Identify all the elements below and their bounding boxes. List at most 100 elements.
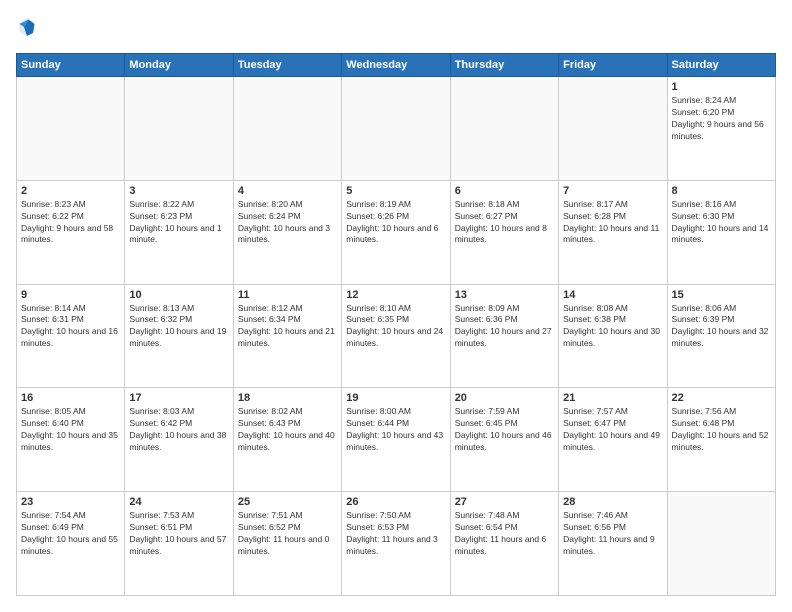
day-info: Sunrise: 8:14 AM Sunset: 6:31 PM Dayligh… — [21, 303, 120, 351]
weekday-header-sunday: Sunday — [17, 54, 125, 77]
week-row-4: 16 Sunrise: 8:05 AM Sunset: 6:40 PM Dayli… — [17, 388, 776, 492]
day-number: 28 — [563, 496, 662, 508]
day-cell: 21 Sunrise: 7:57 AM Sunset: 6:47 PM Dayli… — [559, 388, 667, 492]
day-number: 19 — [346, 392, 445, 404]
week-row-3: 9 Sunrise: 8:14 AM Sunset: 6:31 PM Daylig… — [17, 284, 776, 388]
day-number: 25 — [238, 496, 337, 508]
day-number: 2 — [21, 185, 120, 197]
day-info: Sunrise: 8:03 AM Sunset: 6:42 PM Dayligh… — [129, 406, 228, 454]
day-number: 27 — [455, 496, 554, 508]
day-info: Sunrise: 8:18 AM Sunset: 6:27 PM Dayligh… — [455, 199, 554, 247]
week-row-1: 1 Sunrise: 8:24 AM Sunset: 6:20 PM Daylig… — [17, 77, 776, 181]
day-info: Sunrise: 7:48 AM Sunset: 6:54 PM Dayligh… — [455, 510, 554, 558]
day-info: Sunrise: 8:16 AM Sunset: 6:30 PM Dayligh… — [672, 199, 771, 247]
day-number: 24 — [129, 496, 228, 508]
day-info: Sunrise: 7:51 AM Sunset: 6:52 PM Dayligh… — [238, 510, 337, 558]
day-info: Sunrise: 8:12 AM Sunset: 6:34 PM Dayligh… — [238, 303, 337, 351]
weekday-header-monday: Monday — [125, 54, 233, 77]
day-info: Sunrise: 8:19 AM Sunset: 6:26 PM Dayligh… — [346, 199, 445, 247]
day-info: Sunrise: 8:23 AM Sunset: 6:22 PM Dayligh… — [21, 199, 120, 247]
day-number: 15 — [672, 289, 771, 301]
day-number: 13 — [455, 289, 554, 301]
day-cell: 10Sunrise: 8:13 AM Sunset: 6:32 PM Dayli… — [125, 284, 233, 388]
day-info: Sunrise: 8:20 AM Sunset: 6:24 PM Dayligh… — [238, 199, 337, 247]
day-number: 17 — [129, 392, 228, 404]
day-number: 16 — [21, 392, 120, 404]
day-cell — [667, 492, 775, 596]
day-number: 9 — [21, 289, 120, 301]
weekday-header-friday: Friday — [559, 54, 667, 77]
logo-icon — [18, 16, 36, 38]
day-number: 22 — [672, 392, 771, 404]
day-number: 20 — [455, 392, 554, 404]
day-number: 26 — [346, 496, 445, 508]
weekday-header-thursday: Thursday — [450, 54, 558, 77]
day-cell: 25 Sunrise: 7:51 AM Sunset: 6:52 PM Dayli… — [233, 492, 341, 596]
day-info: Sunrise: 8:06 AM Sunset: 6:39 PM Dayligh… — [672, 303, 771, 351]
page: SundayMondayTuesdayWednesdayThursdayFrid… — [0, 0, 792, 612]
day-info: Sunrise: 7:54 AM Sunset: 6:49 PM Dayligh… — [21, 510, 120, 558]
day-info: Sunrise: 8:05 AM Sunset: 6:40 PM Dayligh… — [21, 406, 120, 454]
day-cell: 15 Sunrise: 8:06 AM Sunset: 6:39 PM Dayli… — [667, 284, 775, 388]
day-cell: 7 Sunrise: 8:17 AM Sunset: 6:28 PM Daylig… — [559, 180, 667, 284]
day-cell: 11 Sunrise: 8:12 AM Sunset: 6:34 PM Dayli… — [233, 284, 341, 388]
day-cell: 5 Sunrise: 8:19 AM Sunset: 6:26 PM Daylig… — [342, 180, 450, 284]
day-cell: 20Sunrise: 7:59 AM Sunset: 6:45 PM Dayli… — [450, 388, 558, 492]
day-cell — [125, 77, 233, 181]
day-info: Sunrise: 8:22 AM Sunset: 6:23 PM Dayligh… — [129, 199, 228, 247]
logo — [16, 16, 38, 43]
day-info: Sunrise: 8:24 AM Sunset: 6:20 PM Dayligh… — [672, 95, 771, 143]
day-info: Sunrise: 8:17 AM Sunset: 6:28 PM Dayligh… — [563, 199, 662, 247]
day-cell: 9 Sunrise: 8:14 AM Sunset: 6:31 PM Daylig… — [17, 284, 125, 388]
day-cell: 8 Sunrise: 8:16 AM Sunset: 6:30 PM Daylig… — [667, 180, 775, 284]
day-cell: 2 Sunrise: 8:23 AM Sunset: 6:22 PM Daylig… — [17, 180, 125, 284]
day-number: 11 — [238, 289, 337, 301]
day-cell: 13 Sunrise: 8:09 AM Sunset: 6:36 PM Dayli… — [450, 284, 558, 388]
day-number: 5 — [346, 185, 445, 197]
day-cell — [17, 77, 125, 181]
day-number: 14 — [563, 289, 662, 301]
calendar-table: SundayMondayTuesdayWednesdayThursdayFrid… — [16, 53, 776, 596]
day-info: Sunrise: 8:08 AM Sunset: 6:38 PM Dayligh… — [563, 303, 662, 351]
weekday-header-row: SundayMondayTuesdayWednesdayThursdayFrid… — [17, 54, 776, 77]
day-cell: 22 Sunrise: 7:56 AM Sunset: 6:48 PM Dayli… — [667, 388, 775, 492]
day-number: 12 — [346, 289, 445, 301]
day-cell — [233, 77, 341, 181]
day-number: 23 — [21, 496, 120, 508]
day-number: 18 — [238, 392, 337, 404]
day-number: 1 — [672, 81, 771, 93]
day-cell — [342, 77, 450, 181]
day-number: 8 — [672, 185, 771, 197]
day-cell: 3 Sunrise: 8:22 AM Sunset: 6:23 PM Daylig… — [125, 180, 233, 284]
day-cell: 24 Sunrise: 7:53 AM Sunset: 6:51 PM Dayli… — [125, 492, 233, 596]
day-info: Sunrise: 7:57 AM Sunset: 6:47 PM Dayligh… — [563, 406, 662, 454]
day-cell: 23 Sunrise: 7:54 AM Sunset: 6:49 PM Dayli… — [17, 492, 125, 596]
weekday-header-wednesday: Wednesday — [342, 54, 450, 77]
day-cell: 19 Sunrise: 8:00 AM Sunset: 6:44 PM Dayli… — [342, 388, 450, 492]
day-info: Sunrise: 8:09 AM Sunset: 6:36 PM Dayligh… — [455, 303, 554, 351]
day-number: 7 — [563, 185, 662, 197]
day-cell: 18 Sunrise: 8:02 AM Sunset: 6:43 PM Dayli… — [233, 388, 341, 492]
day-cell — [559, 77, 667, 181]
day-cell: 4 Sunrise: 8:20 AM Sunset: 6:24 PM Daylig… — [233, 180, 341, 284]
day-number: 21 — [563, 392, 662, 404]
day-number: 4 — [238, 185, 337, 197]
day-info: Sunrise: 7:46 AM Sunset: 6:56 PM Dayligh… — [563, 510, 662, 558]
week-row-5: 23 Sunrise: 7:54 AM Sunset: 6:49 PM Dayli… — [17, 492, 776, 596]
week-row-2: 2 Sunrise: 8:23 AM Sunset: 6:22 PM Daylig… — [17, 180, 776, 284]
day-info: Sunrise: 7:53 AM Sunset: 6:51 PM Dayligh… — [129, 510, 228, 558]
day-number: 3 — [129, 185, 228, 197]
day-info: Sunrise: 8:10 AM Sunset: 6:35 PM Dayligh… — [346, 303, 445, 351]
day-cell: 17 Sunrise: 8:03 AM Sunset: 6:42 PM Dayli… — [125, 388, 233, 492]
day-cell: 16 Sunrise: 8:05 AM Sunset: 6:40 PM Dayli… — [17, 388, 125, 492]
day-info: Sunrise: 8:00 AM Sunset: 6:44 PM Dayligh… — [346, 406, 445, 454]
day-cell: 6 Sunrise: 8:18 AM Sunset: 6:27 PM Daylig… — [450, 180, 558, 284]
day-info: Sunrise: 7:56 AM Sunset: 6:48 PM Dayligh… — [672, 406, 771, 454]
day-cell: 14 Sunrise: 8:08 AM Sunset: 6:38 PM Dayli… — [559, 284, 667, 388]
day-number: 6 — [455, 185, 554, 197]
header — [16, 16, 776, 43]
weekday-header-tuesday: Tuesday — [233, 54, 341, 77]
day-number: 10 — [129, 289, 228, 301]
day-info: Sunrise: 8:02 AM Sunset: 6:43 PM Dayligh… — [238, 406, 337, 454]
day-info: Sunrise: 7:50 AM Sunset: 6:53 PM Dayligh… — [346, 510, 445, 558]
